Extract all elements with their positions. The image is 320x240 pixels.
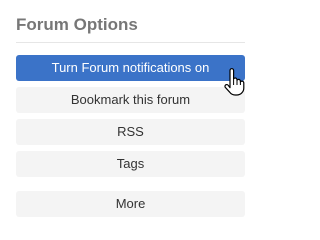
forum-options-panel: Forum Options Turn Forum notifications o…	[16, 12, 245, 217]
panel-title: Forum Options	[16, 15, 138, 34]
tags-button[interactable]: Tags	[16, 151, 245, 177]
turn-notifications-on-button[interactable]: Turn Forum notifications on	[16, 55, 245, 81]
divider	[16, 42, 245, 43]
bookmark-forum-button[interactable]: Bookmark this forum	[16, 87, 245, 113]
more-button[interactable]: More	[16, 191, 245, 217]
rss-button[interactable]: RSS	[16, 119, 245, 145]
